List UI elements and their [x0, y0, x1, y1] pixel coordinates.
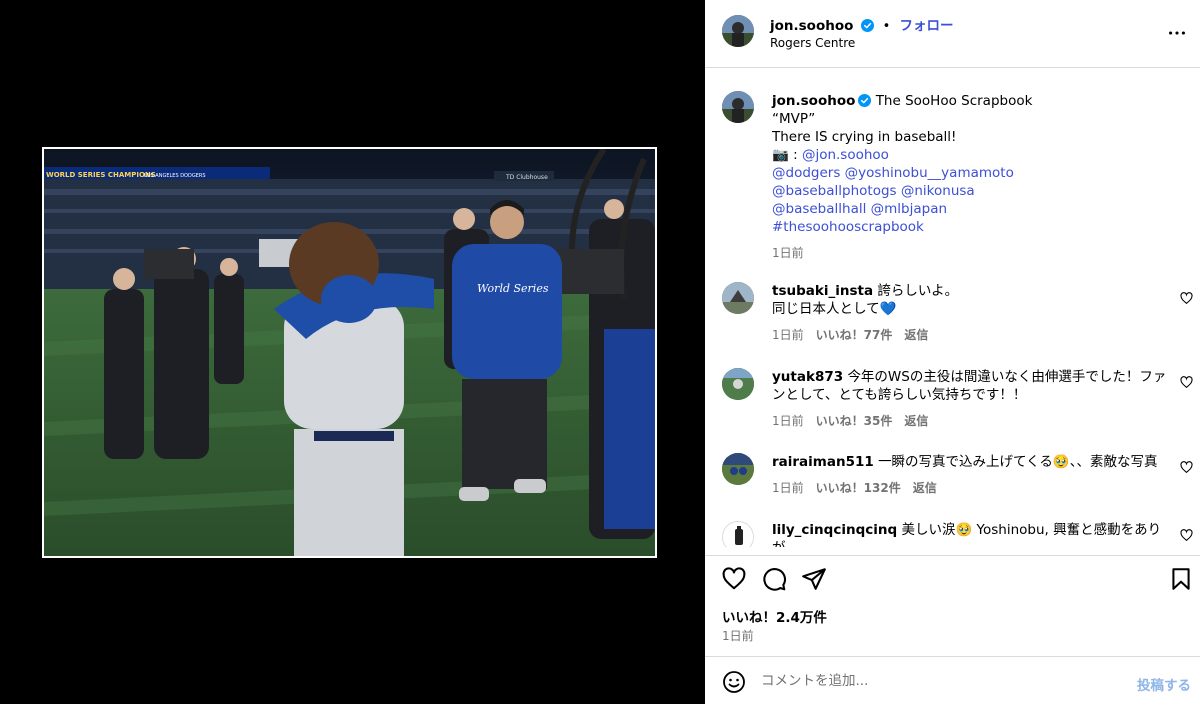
- caption-verified-badge-icon: [858, 94, 872, 107]
- comment-text: 同じ日本人として: [772, 301, 880, 317]
- caption-avatar-image: [722, 91, 754, 123]
- blue-heart-emoji: 💙: [879, 301, 897, 317]
- banner-right-text: TD Clubhouse: [505, 174, 548, 181]
- caption-author-avatar[interactable]: [722, 91, 754, 123]
- caption-tags-2: @baseballphotogs @nikonusa: [772, 182, 1167, 200]
- comment-text: ンとして、とても誇らしい気持ちです！！: [772, 387, 1027, 403]
- commenter-avatar[interactable]: [722, 282, 754, 314]
- caption-tags-3: @baseballhall @mlbjapan: [772, 200, 1167, 218]
- comment-body: lily_cinqcinqcinq 美しい涙🥹 Yoshinobu, 興奮と感動…: [772, 521, 1167, 547]
- comment-text: 誇らしいよ。: [877, 283, 959, 299]
- post-action-bar: [705, 555, 1200, 600]
- likes-count[interactable]: いいね！2.4万件: [722, 606, 827, 626]
- separator-dot: •: [882, 19, 891, 34]
- verified-badge-icon: [860, 19, 874, 32]
- author-avatar[interactable]: [722, 15, 754, 47]
- paper-plane-icon[interactable]: [801, 566, 827, 592]
- caption-time[interactable]: 1日前: [772, 246, 804, 260]
- comment-username[interactable]: yutak873: [772, 369, 843, 385]
- comment-body: tsubaki_insta 誇らしいよ。 同じ日本人として💙 1日前 いいね！77…: [772, 282, 1167, 344]
- caption-line-mvp: “MVP”: [772, 111, 816, 127]
- camera-emoji: 📷 :: [772, 147, 802, 163]
- caption-username[interactable]: jon.soohoo: [772, 93, 855, 109]
- caption-title: The SooHoo Scrapbook: [875, 93, 1033, 109]
- comment-time[interactable]: 1日前: [772, 481, 804, 495]
- post-side-panel: jon.soohoo • フォロー Rogers Centre jon.sooh…: [705, 0, 1200, 704]
- mention-yoshinobu[interactable]: @yoshinobu__yamamoto: [845, 165, 1014, 181]
- hashtag-thesoohooscrapbook[interactable]: #thesoohooscrapbook: [772, 219, 924, 235]
- header-title-row: jon.soohoo • フォロー: [770, 14, 953, 34]
- heart-icon[interactable]: [721, 566, 747, 592]
- author-avatar-image: [722, 15, 754, 47]
- jersey-text: World Series: [477, 282, 549, 295]
- comment-like-heart-icon[interactable]: [1180, 376, 1193, 389]
- comment-like-count[interactable]: いいね！132件: [816, 481, 901, 495]
- teary-face-emoji: 🥹: [1052, 454, 1070, 470]
- comment-text: 、、素敵な写真: [1069, 454, 1158, 470]
- comment-text: 今年のWSの主役は間違いなく由伸選手でした！ファ: [847, 369, 1167, 385]
- comment-like-heart-icon[interactable]: [1180, 461, 1193, 474]
- bookmark-icon[interactable]: [1168, 566, 1194, 592]
- comment-like-heart-icon[interactable]: [1180, 292, 1193, 305]
- more-options-icon[interactable]: [1166, 22, 1188, 44]
- comment-like-count[interactable]: いいね！77件: [816, 328, 893, 342]
- commenter-avatar[interactable]: [722, 368, 754, 400]
- comment-username[interactable]: tsubaki_insta: [772, 283, 873, 299]
- post-time[interactable]: 1日前: [722, 627, 754, 644]
- comment-input-bar: 投稿する: [705, 656, 1200, 704]
- post-comment-button[interactable]: 投稿する: [1137, 674, 1191, 694]
- post-photo[interactable]: WORLD SERIES CHAMPIONS LOS ANGELES DODGE…: [42, 147, 657, 558]
- comment-time[interactable]: 1日前: [772, 414, 804, 428]
- mention-baseballhall[interactable]: @baseballhall: [772, 201, 866, 217]
- banner-left-text: WORLD SERIES CHAMPIONS: [46, 171, 156, 179]
- reply-button[interactable]: 返信: [913, 481, 937, 495]
- post-location[interactable]: Rogers Centre: [770, 36, 855, 50]
- mention-nikonusa[interactable]: @nikonusa: [901, 183, 975, 199]
- follow-button[interactable]: フォロー: [899, 18, 953, 34]
- comment-like-count[interactable]: いいね！35件: [816, 414, 893, 428]
- caption-camera-credit: 📷 : @jon.soohoo: [772, 146, 1167, 164]
- comment-input[interactable]: [761, 671, 1121, 691]
- comment-text: 美しい涙: [901, 522, 956, 538]
- comment-like-heart-icon[interactable]: [1180, 529, 1193, 542]
- commenter-avatar[interactable]: [722, 453, 754, 485]
- teary-face-emoji: 🥹: [955, 522, 973, 538]
- mention-baseballphotogs[interactable]: @baseballphotogs: [772, 183, 897, 199]
- comment-username[interactable]: rairaiman511: [772, 454, 874, 470]
- caption-tags-1: @dodgers @yoshinobu__yamamoto: [772, 164, 1167, 182]
- comment-text: 一瞬の写真で込み上げてくる: [878, 454, 1053, 470]
- author-username[interactable]: jon.soohoo: [770, 18, 853, 34]
- caption-body: jon.soohoo The SooHoo Scrapbook “MVP” Th…: [772, 92, 1167, 262]
- commenter-avatar-image: [722, 453, 754, 485]
- mention-jon-soohoo[interactable]: @jon.soohoo: [802, 147, 889, 163]
- commenter-avatar[interactable]: [722, 521, 754, 547]
- post-photo-image: WORLD SERIES CHAMPIONS LOS ANGELES DODGE…: [44, 149, 655, 556]
- comments-list[interactable]: jon.soohoo The SooHoo Scrapbook “MVP” Th…: [705, 69, 1200, 547]
- commenter-avatar-image: [722, 282, 754, 314]
- reply-button[interactable]: 返信: [904, 328, 928, 342]
- reply-button[interactable]: 返信: [904, 414, 928, 428]
- media-pane: WORLD SERIES CHAMPIONS LOS ANGELES DODGE…: [0, 0, 705, 704]
- post-header: jon.soohoo • フォロー Rogers Centre: [705, 0, 1200, 68]
- comment-username[interactable]: lily_cinqcinqcinq: [772, 522, 897, 538]
- comment-time[interactable]: 1日前: [772, 328, 804, 342]
- commenter-avatar-image: [723, 522, 753, 547]
- emoji-icon[interactable]: [722, 670, 746, 694]
- commenter-avatar-image: [722, 368, 754, 400]
- comment-body: rairaiman511 一瞬の写真で込み上げてくる🥹、、素敵な写真 1日前 いい…: [772, 453, 1167, 497]
- caption-line-crying: There IS crying in baseball!: [772, 129, 957, 145]
- mention-dodgers[interactable]: @dodgers: [772, 165, 840, 181]
- mention-mlbjapan[interactable]: @mlbjapan: [871, 201, 947, 217]
- banner-mid-text: LOS ANGELES DODGERS: [144, 173, 206, 179]
- comment-icon[interactable]: [761, 566, 787, 592]
- comment-body: yutak873 今年のWSの主役は間違いなく由伸選手でした！ファ ンとして、と…: [772, 368, 1167, 430]
